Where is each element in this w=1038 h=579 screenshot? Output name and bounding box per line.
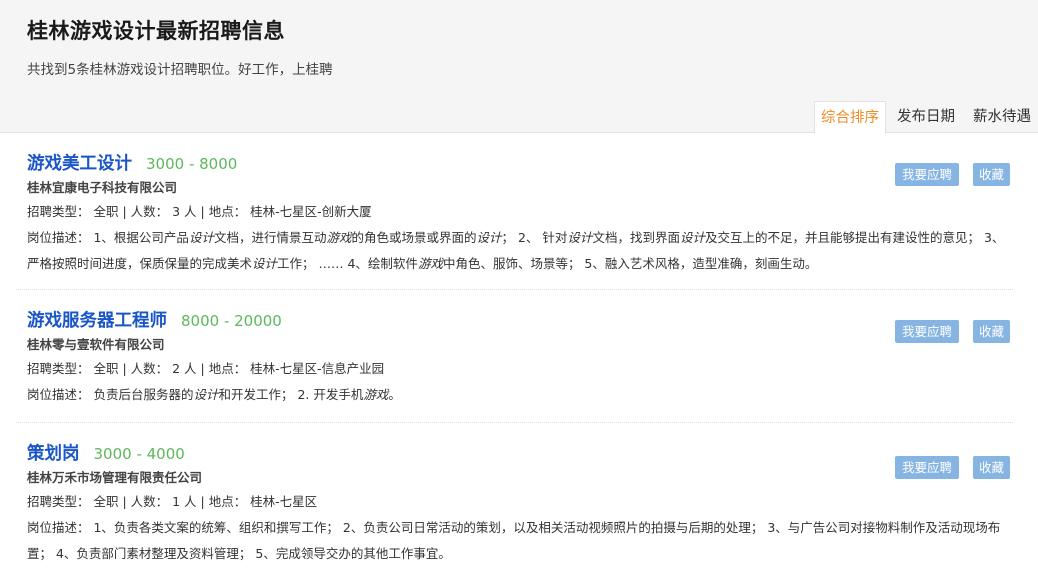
page-subtitle: 共找到5条桂林游戏设计招聘职位。好工作，上桂聘: [27, 62, 333, 78]
job-actions: 我要应聘 收藏: [895, 320, 1010, 343]
keyword-highlight: 设计: [193, 387, 219, 402]
job-listing: 游戏服务器工程师 8000 - 20000 桂林零与壹软件有限公司 招聘类型： …: [16, 307, 1013, 423]
keyword-highlight: 游戏: [326, 230, 352, 245]
company-name[interactable]: 桂林零与壹软件有限公司: [27, 334, 165, 353]
job-salary: 3000 - 4000: [93, 445, 185, 463]
desc-text: 。: [388, 387, 401, 402]
job-description: 岗位描述： 1、根据公司产品设计文档，进行情景互动游戏的角色或场景或界面的设计；…: [27, 225, 1012, 277]
job-meta: 招聘类型： 全职 | 人数： 1 人 | 地点： 桂林-七星区: [27, 494, 318, 509]
job-title-link[interactable]: 游戏美工设计: [27, 150, 132, 175]
keyword-highlight: 设计: [679, 230, 705, 245]
job-salary: 8000 - 20000: [181, 312, 282, 330]
desc-text: 中角色、服饰、场景等； 5、融入艺术风格，造型准确，刻画生动。: [442, 256, 818, 271]
apply-button[interactable]: 我要应聘: [895, 320, 959, 343]
job-title-link[interactable]: 策划岗: [27, 440, 80, 465]
company-name[interactable]: 桂林万禾市场管理有限责任公司: [27, 467, 202, 486]
job-title-row: 游戏服务器工程师 8000 - 20000: [27, 307, 282, 331]
desc-text: 文档，进行情景互动: [213, 230, 327, 245]
tab-sort-comprehensive[interactable]: 综合排序: [814, 101, 886, 134]
desc-text: 的角色或场景或界面的: [351, 230, 477, 245]
keyword-highlight: 游戏: [363, 387, 389, 402]
desc-text: 岗位描述： 1、根据公司产品: [27, 230, 189, 245]
apply-button[interactable]: 我要应聘: [895, 456, 959, 479]
job-listing: 游戏美工设计 3000 - 8000 桂林宜康电子科技有限公司 招聘类型： 全职…: [16, 150, 1013, 290]
job-meta: 招聘类型： 全职 | 人数： 2 人 | 地点： 桂林-七星区-信息产业园: [27, 361, 385, 376]
desc-text: 岗位描述： 负责后台服务器的: [27, 387, 194, 402]
job-description: 岗位描述： 负责后台服务器的设计和开发工作； 2. 开发手机游戏。: [27, 382, 1012, 408]
tab-sort-date[interactable]: 发布日期: [890, 101, 962, 133]
favorite-button[interactable]: 收藏: [973, 163, 1010, 186]
job-title-link[interactable]: 游戏服务器工程师: [27, 307, 167, 332]
desc-text: 和开发工作； 2. 开发手机: [218, 387, 364, 402]
keyword-highlight: 游戏: [417, 256, 443, 271]
desc-text: 文档，找到界面: [592, 230, 680, 245]
favorite-button[interactable]: 收藏: [973, 456, 1010, 479]
job-title-row: 策划岗 3000 - 4000: [27, 440, 185, 464]
keyword-highlight: 设计: [252, 256, 278, 271]
keyword-highlight: 设计: [188, 230, 214, 245]
company-name[interactable]: 桂林宜康电子科技有限公司: [27, 177, 177, 196]
tab-sort-salary[interactable]: 薪水待遇: [966, 101, 1038, 133]
job-listing: 策划岗 3000 - 4000 桂林万禾市场管理有限责任公司 招聘类型： 全职 …: [16, 440, 1013, 579]
desc-text: ； 2、 针对: [501, 230, 568, 245]
job-actions: 我要应聘 收藏: [895, 456, 1010, 479]
apply-button[interactable]: 我要应聘: [895, 163, 959, 186]
sort-tabs: 综合排序 发布日期 薪水待遇: [814, 101, 1038, 134]
job-salary: 3000 - 8000: [146, 155, 238, 173]
job-actions: 我要应聘 收藏: [895, 163, 1010, 186]
keyword-highlight: 设计: [567, 230, 593, 245]
page-header: 桂林游戏设计最新招聘信息 共找到5条桂林游戏设计招聘职位。好工作，上桂聘 综合排…: [0, 0, 1038, 134]
favorite-button[interactable]: 收藏: [973, 320, 1010, 343]
job-title-row: 游戏美工设计 3000 - 8000: [27, 150, 237, 174]
job-meta: 招聘类型： 全职 | 人数： 3 人 | 地点： 桂林-七星区-创新大厦: [27, 204, 372, 219]
desc-text: 工作； …… 4、绘制软件: [277, 256, 418, 271]
page-title: 桂林游戏设计最新招聘信息: [27, 19, 285, 43]
job-description: 岗位描述： 1、负责各类文案的统筹、组织和撰写工作； 2、负责公司日常活动的策划…: [27, 515, 1012, 567]
keyword-highlight: 设计: [476, 230, 502, 245]
desc-text: 岗位描述： 1、负责各类文案的统筹、组织和撰写工作； 2、负责公司日常活动的策划…: [27, 520, 1001, 561]
